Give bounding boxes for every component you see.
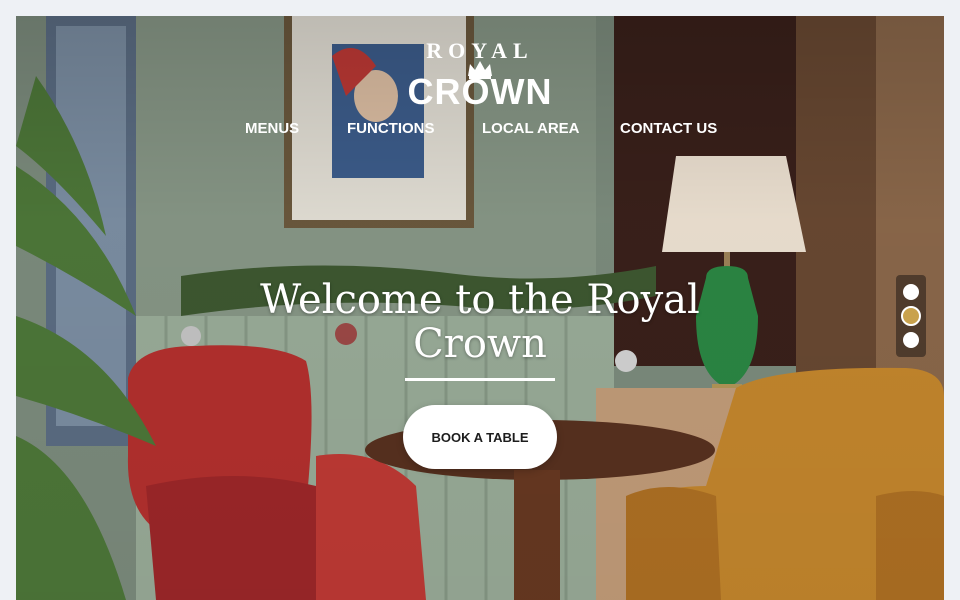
main-nav: MENUS FUNCTIONS LOCAL AREA CONTACT US bbox=[16, 120, 944, 142]
hero-banner: ROYAL CROWN MENUS FUNCTIONS LOCAL AREA C… bbox=[16, 16, 944, 600]
nav-item-functions[interactable]: FUNCTIONS bbox=[347, 120, 435, 137]
slider-dot-2[interactable] bbox=[901, 306, 921, 326]
hero-title: Welcome to the Royal Crown bbox=[260, 277, 700, 367]
nav-item-menus[interactable]: MENUS bbox=[245, 120, 299, 137]
slider-pagination bbox=[896, 275, 926, 357]
hero-title-divider bbox=[405, 378, 555, 381]
slider-dot-3[interactable] bbox=[903, 332, 919, 348]
nav-item-local-area[interactable]: LOCAL AREA bbox=[482, 120, 580, 137]
book-a-table-button[interactable]: BOOK A TABLE bbox=[403, 405, 557, 469]
site-logo[interactable]: ROYAL CROWN bbox=[400, 38, 560, 112]
nav-item-contact-us[interactable]: CONTACT US bbox=[620, 120, 717, 137]
slider-dot-1[interactable] bbox=[903, 284, 919, 300]
logo-crown-text: CROWN bbox=[407, 71, 553, 112]
